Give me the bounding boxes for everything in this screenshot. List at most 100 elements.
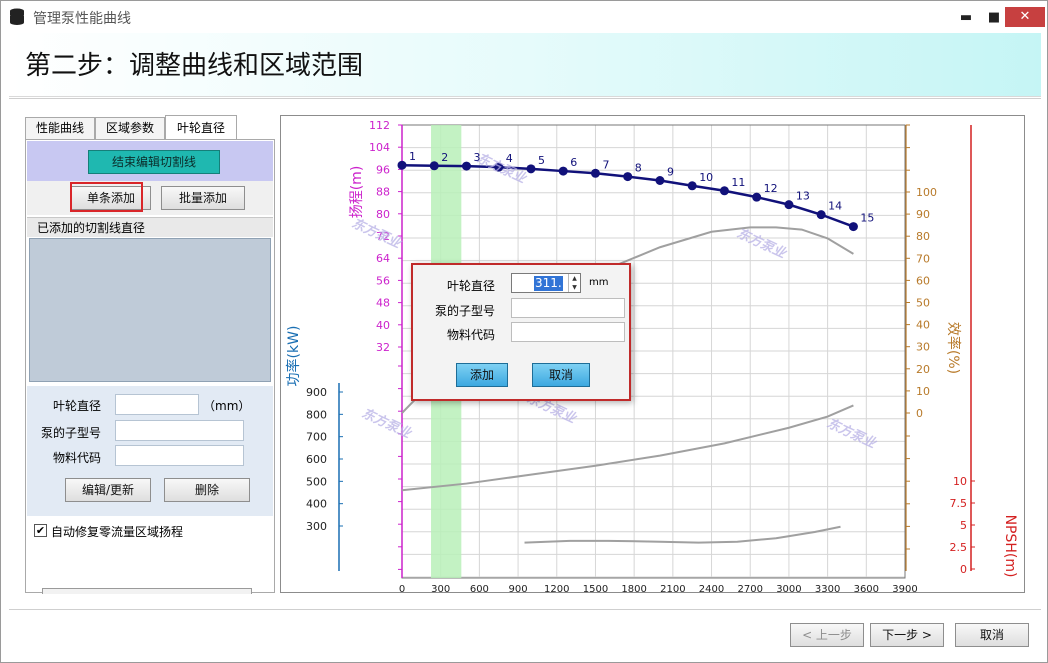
- head-point-label: 15: [860, 212, 874, 225]
- efficiency-tick-label: 20: [916, 363, 930, 376]
- end-edit-cutline-button[interactable]: 结束编辑切割线: [88, 150, 220, 174]
- watermark-text: 东方泵业: [359, 405, 415, 442]
- efficiency-axis-label: 效率(%): [945, 322, 962, 374]
- dialog-cancel-button[interactable]: 取消: [532, 363, 590, 387]
- maximize-button[interactable]: ■: [981, 9, 1007, 27]
- x-tick-label: 3900: [892, 584, 917, 594]
- auto-fix-checkbox[interactable]: ✔: [34, 524, 47, 537]
- added-cutlines-list[interactable]: [29, 238, 271, 382]
- spinner-arrows-icon[interactable]: ▲ ▼: [568, 274, 580, 292]
- efficiency-tick-label: 90: [916, 208, 930, 221]
- tab-performance-curve[interactable]: 性能曲线: [25, 117, 95, 140]
- x-tick-label: 3300: [815, 584, 840, 594]
- added-cutlines-header: 已添加的切割线直径: [27, 217, 273, 237]
- dialog-submodel-label: 泵的子型号: [435, 304, 496, 318]
- head-point-label: 8: [635, 162, 642, 175]
- title-bar: 管理泵性能曲线 ▬ ■ ✕: [1, 1, 1047, 33]
- power-tick-label: 900: [306, 386, 327, 399]
- efficiency-tick-label: 50: [916, 297, 930, 310]
- diameter-unit: （mm）: [203, 399, 251, 413]
- efficiency-tick-label: 10: [916, 385, 930, 398]
- material-input[interactable]: [115, 445, 244, 466]
- x-tick-label: 2400: [699, 584, 724, 594]
- close-button[interactable]: ✕: [1005, 7, 1045, 27]
- batch-add-button[interactable]: 批量添加: [161, 186, 245, 210]
- minimize-button[interactable]: ▬: [953, 9, 979, 27]
- delete-button[interactable]: 删除: [164, 478, 250, 502]
- head-point: [623, 172, 633, 182]
- power-tick-label: 700: [306, 431, 327, 444]
- head-tick-label: 112: [369, 119, 390, 132]
- efficiency-tick-label: 0: [916, 407, 923, 420]
- head-point-label: 13: [796, 190, 810, 203]
- x-tick-label: 3600: [854, 584, 879, 594]
- head-tick-label: 56: [376, 274, 390, 287]
- footer-cancel-button[interactable]: 取消: [955, 623, 1029, 647]
- diameter-input[interactable]: [115, 394, 199, 415]
- head-point-label: 5: [538, 154, 545, 167]
- submodel-label: 泵的子型号: [41, 426, 102, 440]
- efficiency-tick-label: 70: [916, 252, 930, 265]
- head-point: [429, 161, 439, 171]
- npsh-tick-label: 5: [960, 519, 967, 532]
- head-tick-label: 96: [376, 163, 390, 176]
- head-point: [655, 176, 665, 185]
- prev-step-button[interactable]: < 上一步: [790, 623, 864, 647]
- power-tick-label: 800: [306, 408, 327, 421]
- x-tick-label: 900: [509, 584, 528, 594]
- watermark-text: 东方泵业: [734, 225, 790, 262]
- dialog-material-input[interactable]: [511, 322, 625, 342]
- x-tick-label: 1200: [544, 584, 569, 594]
- tab-region-params[interactable]: 区域参数: [95, 117, 165, 140]
- head-point: [461, 161, 471, 171]
- power-tick-label: 500: [306, 475, 327, 488]
- x-tick-label: 600: [470, 584, 489, 594]
- dialog-add-button[interactable]: 添加: [456, 363, 508, 387]
- watermark-text: 东方泵业: [824, 415, 880, 452]
- efficiency-tick-label: 80: [916, 230, 930, 243]
- impeller-panel: 结束编辑切割线 单条添加 批量添加 已添加的切割线直径 叶轮直径 （mm） 泵的…: [25, 139, 275, 594]
- chart-svg: 0 300 600 900 1200 1500 1800 2100 2400 2700 3000 33…: [285, 119, 1018, 594]
- tab-impeller-diameter[interactable]: 叶轮直径: [165, 115, 237, 140]
- head-point-label: 10: [699, 171, 713, 184]
- next-step-button[interactable]: 下一步 >: [870, 623, 944, 647]
- power-tick-label: 300: [306, 520, 327, 533]
- head-tick-label: 48: [376, 297, 390, 310]
- head-axis-label: 扬程(m): [349, 166, 365, 219]
- head-point: [848, 222, 858, 232]
- dialog-diameter-label: 叶轮直径: [447, 279, 496, 293]
- x-tick-label: 2100: [660, 584, 685, 594]
- head-tick-label: 88: [376, 186, 390, 199]
- head-tick-label: 40: [376, 319, 390, 332]
- head-point: [816, 210, 826, 220]
- npsh-curve: [524, 525, 841, 544]
- cutline-form: 叶轮直径 （mm） 泵的子型号 物料代码 编辑/更新 删除: [27, 386, 273, 516]
- power-tick-label: 600: [306, 453, 327, 466]
- npsh-tick-label: 2.5: [950, 541, 968, 554]
- efficiency-tick-label: 30: [916, 341, 930, 354]
- dialog-material-label: 物料代码: [447, 328, 496, 342]
- add-buttons-row: 单条添加 批量添加: [27, 181, 273, 215]
- submodel-input[interactable]: [115, 420, 244, 441]
- x-tick-label: 0: [399, 584, 405, 594]
- head-point-label: 7: [602, 158, 609, 171]
- head-point: [590, 168, 600, 178]
- x-tick-label: 2700: [738, 584, 763, 594]
- diameter-spinner[interactable]: 311. ▲ ▼: [511, 273, 581, 293]
- dialog-submodel-input[interactable]: [511, 298, 625, 318]
- head-point-label: 9: [667, 166, 674, 179]
- head-point-label: 14: [828, 200, 842, 213]
- hidden-button-edge: [42, 588, 252, 594]
- npsh-tick-label: 10: [953, 475, 967, 488]
- performance-chart[interactable]: 0 300 600 900 1200 1500 1800 2100 2400 2700 3000 33…: [280, 115, 1025, 594]
- window-title: 管理泵性能曲线: [33, 11, 131, 27]
- x-tick-label: 1500: [583, 584, 608, 594]
- divider: [9, 98, 1041, 99]
- head-point: [558, 166, 568, 176]
- head-tick-label: 104: [369, 141, 390, 154]
- dialog-unit: mm: [589, 277, 609, 288]
- footer-divider: [9, 609, 1041, 610]
- diameter-label: 叶轮直径: [53, 399, 102, 413]
- edit-update-button[interactable]: 编辑/更新: [65, 478, 151, 502]
- head-point: [752, 192, 762, 202]
